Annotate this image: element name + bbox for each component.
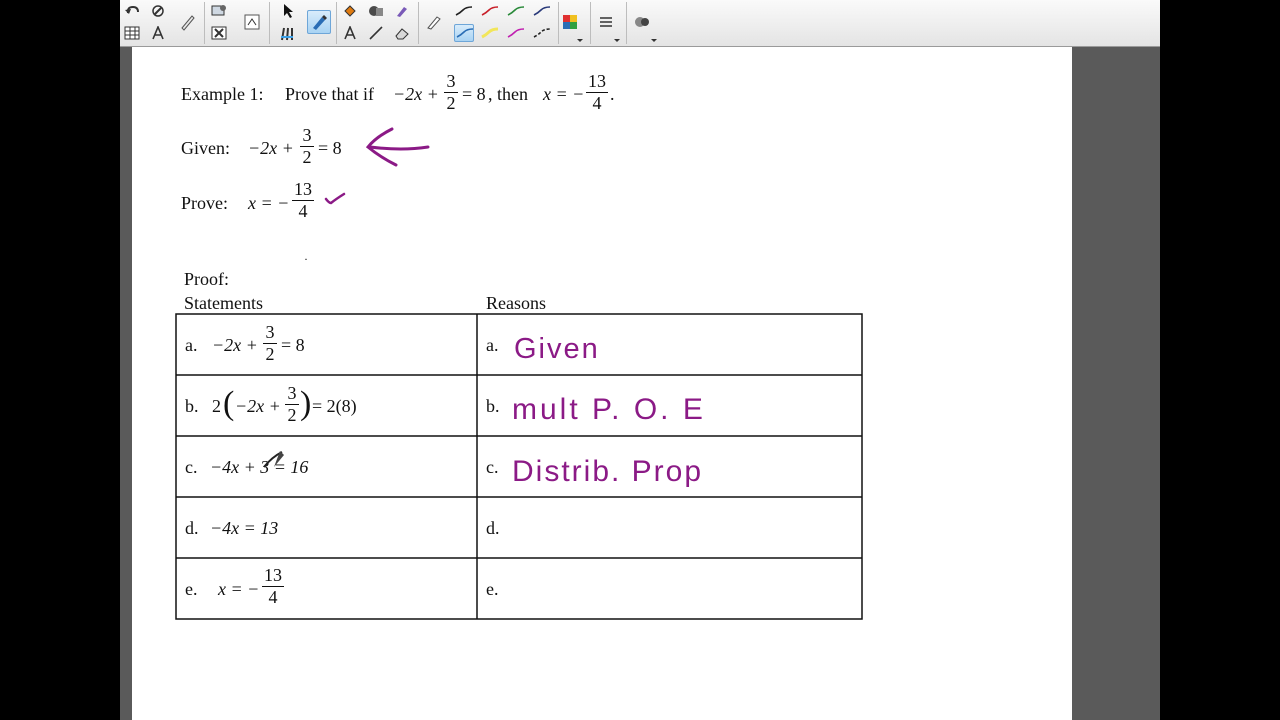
row-b-statement-right: = 2(8) <box>312 396 357 416</box>
row-b-fraction: 32 <box>285 384 299 425</box>
proof-label: Proof: <box>184 269 229 289</box>
line-style-magenta-icon[interactable] <box>506 24 526 42</box>
pens-icon[interactable] <box>278 24 298 42</box>
ink-arrow <box>365 127 430 167</box>
ink-strike-mark <box>263 451 284 468</box>
prove-fraction: 13 4 <box>292 179 314 221</box>
color-palette-icon[interactable] <box>560 13 580 31</box>
example-expr-right: = 8 <box>462 84 486 104</box>
example-conclusion: x = − <box>543 84 585 104</box>
example-then: , then <box>488 84 528 104</box>
toolbar <box>120 0 1160 47</box>
text-tool-icon[interactable] <box>340 24 360 42</box>
pen-tool-icon[interactable] <box>307 10 331 34</box>
row-d-statement: −4x = 13 <box>210 518 279 538</box>
row-a-fraction: 32 <box>263 323 277 364</box>
row-e-statement: x = − <box>218 579 260 599</box>
prove-label: Prove: <box>181 193 228 213</box>
svg-text:Distrib. Prop: Distrib. Prop <box>512 455 703 488</box>
magic-pen-icon[interactable] <box>392 2 412 20</box>
row-e-reason-label: e. <box>486 579 499 599</box>
prove-expr: x = − <box>248 193 290 213</box>
pen-style-icon[interactable] <box>424 13 444 31</box>
ink-reason-mult[interactable]: mult P. O. E <box>510 391 760 429</box>
row-b-inner: −2x + <box>235 396 281 416</box>
delete-icon[interactable] <box>209 24 229 42</box>
row-d-reason-label: d. <box>486 518 500 538</box>
ink-reason-given[interactable]: Given <box>512 331 642 367</box>
row-b-reason-label: b. <box>486 396 500 416</box>
line-style-red-icon[interactable] <box>480 2 500 20</box>
given-fraction: 32 <box>300 126 314 167</box>
row-d-label: d. <box>185 518 199 538</box>
undo-icon[interactable] <box>122 2 142 20</box>
eraser-settings-icon[interactable] <box>148 2 168 20</box>
pencil-icon[interactable] <box>178 13 198 31</box>
text-style-icon[interactable] <box>148 24 168 42</box>
ink-reason-distrib[interactable]: Distrib. Prop <box>510 451 810 491</box>
row-a-statement-right: = 8 <box>281 335 305 355</box>
more-tools-icon[interactable] <box>632 13 652 31</box>
svg-text:Given: Given <box>514 333 600 365</box>
example-text: Prove that if <box>285 84 374 104</box>
screen-capture-icon[interactable] <box>209 2 229 20</box>
line-style-green-icon[interactable] <box>506 2 526 20</box>
row-b-coefficient: 2 <box>212 396 221 416</box>
fraction-3-over-2: 32 <box>444 72 458 113</box>
fraction-13-over-4: 13 4 <box>586 71 608 113</box>
insert-image-icon[interactable] <box>242 13 262 31</box>
row-a-statement-left: −2x + <box>212 335 258 355</box>
shapes-icon[interactable] <box>366 2 386 20</box>
given-expr-right: = 8 <box>318 138 342 158</box>
table-icon[interactable] <box>122 24 142 42</box>
line-style-blue-icon[interactable] <box>454 24 474 42</box>
row-a-reason-label: a. <box>486 335 499 355</box>
row-b-paren-open: ( <box>223 385 235 422</box>
row-b-label: b. <box>185 396 199 416</box>
reasons-header: Reasons <box>486 293 546 313</box>
row-a-label: a. <box>185 335 198 355</box>
row-e-label: e. <box>185 579 198 599</box>
row-c-reason-label: c. <box>486 457 499 477</box>
example-label: Example 1: <box>181 84 264 104</box>
line-tool-icon[interactable] <box>366 24 386 42</box>
row-e-fraction: 13 4 <box>262 565 284 607</box>
given-expr-left: −2x + <box>248 138 294 158</box>
stray-dot: · <box>304 252 308 266</box>
svg-text:mult P. O. E: mult P. O. E <box>512 393 706 426</box>
given-label: Given: <box>181 138 230 158</box>
select-arrow-icon[interactable] <box>278 2 298 20</box>
worksheet-page[interactable]: Example 1: Prove that if −2x + 32 = 8 , … <box>132 47 1072 720</box>
statements-header: Statements <box>184 293 263 313</box>
paint-bucket-icon[interactable] <box>340 2 360 20</box>
example-expr-left: −2x + <box>393 84 439 104</box>
line-style-dashed-icon[interactable] <box>532 24 552 42</box>
line-style-dark-icon[interactable] <box>532 2 552 20</box>
row-b-paren-close: ) <box>300 385 312 422</box>
line-style-yellow-icon[interactable] <box>480 24 500 42</box>
example-period: . <box>610 84 615 104</box>
whiteboard-app: Example 1: Prove that if −2x + 32 = 8 , … <box>120 0 1160 720</box>
row-c-label: c. <box>185 457 198 477</box>
eraser-icon[interactable] <box>392 24 412 42</box>
properties-icon[interactable] <box>596 13 616 31</box>
line-style-black-icon[interactable] <box>454 2 474 20</box>
ink-checkmark <box>324 192 346 205</box>
